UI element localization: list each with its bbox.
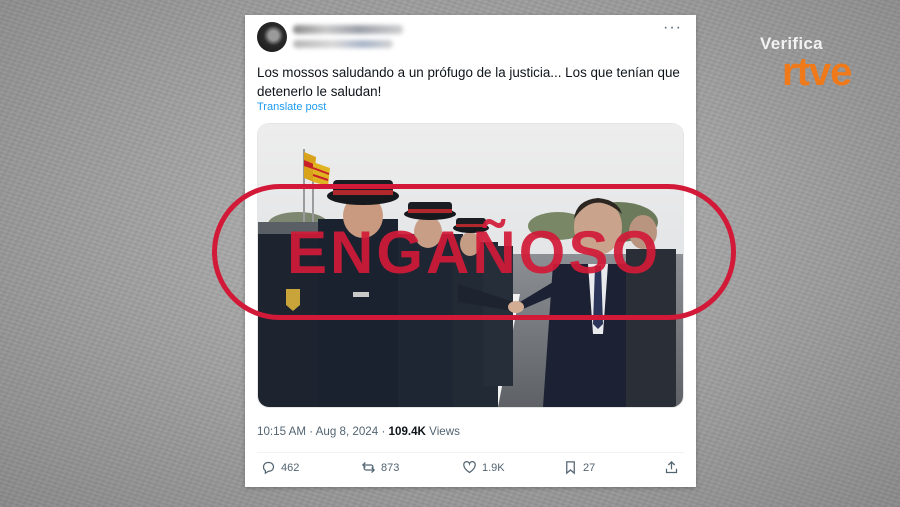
like-count: 1.9K [482, 461, 505, 474]
more-options-icon[interactable]: ··· [663, 19, 682, 37]
translate-post-link[interactable]: Translate post [257, 101, 326, 113]
misleading-stamp: ENGAÑOSO [286, 218, 662, 286]
repost-button[interactable]: 873 [361, 460, 399, 475]
share-button[interactable] [664, 460, 684, 475]
tweet-meta: 10:15 AM · Aug 8, 2024 · 109.4K Views [257, 425, 460, 438]
action-bar: 462 873 1.9K 27 [245, 460, 696, 480]
reply-button[interactable]: 462 [261, 460, 299, 475]
heart-icon [463, 461, 476, 474]
tweet-text: Los mossos saludando a un prófugo de la … [257, 65, 680, 99]
reply-icon [262, 461, 275, 475]
bookmark-count: 27 [583, 461, 596, 474]
bookmark-icon [566, 461, 575, 475]
logo-rtve-text: rtve [782, 50, 852, 94]
verifica-rtve-logo: Verifica rtve [760, 34, 880, 94]
avatar[interactable] [257, 22, 287, 52]
share-icon [665, 460, 678, 474]
views-label: Views [429, 425, 460, 438]
like-button[interactable]: 1.9K [462, 460, 505, 475]
bookmark-button[interactable]: 27 [563, 460, 595, 475]
views-count: 109.4K [388, 425, 426, 438]
reply-count: 462 [281, 461, 300, 474]
divider [257, 452, 684, 453]
repost-count: 873 [381, 461, 400, 474]
repost-icon [361, 462, 376, 473]
blurred-username [293, 40, 393, 48]
blurred-display-name [293, 25, 403, 34]
meta-separator: · [381, 425, 389, 438]
post-date[interactable]: Aug 8, 2024 [316, 425, 379, 438]
post-time[interactable]: 10:15 AM [257, 425, 306, 438]
